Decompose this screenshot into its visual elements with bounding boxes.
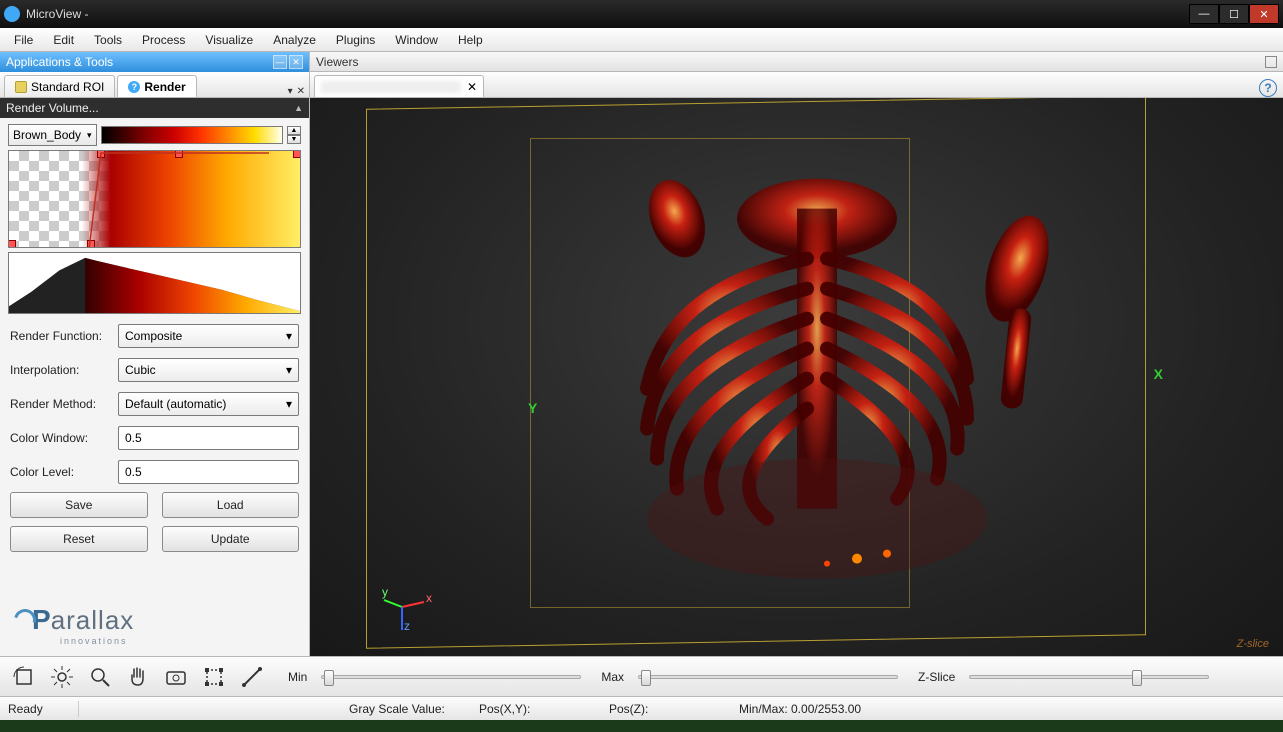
parallax-logo: Parallax innovations bbox=[0, 594, 309, 656]
status-ready: Ready bbox=[8, 702, 68, 716]
svg-text:z: z bbox=[404, 619, 410, 632]
color-window-label: Color Window: bbox=[10, 431, 110, 445]
menu-plugins[interactable]: Plugins bbox=[326, 30, 385, 50]
min-label: Min bbox=[288, 670, 307, 684]
tool-measure-icon[interactable] bbox=[236, 662, 268, 692]
applications-tools-title: Applications & Tools bbox=[6, 55, 113, 69]
tab-render-label: Render bbox=[144, 80, 185, 94]
orientation-gizmo: x y z bbox=[382, 582, 432, 632]
colormap-value: Brown_Body bbox=[13, 128, 81, 142]
tab-render[interactable]: ? Render bbox=[117, 75, 196, 97]
tool-screenshot-icon[interactable] bbox=[160, 662, 192, 692]
render-icon: ? bbox=[128, 81, 140, 93]
render-function-select[interactable]: Composite▾ bbox=[118, 324, 299, 348]
tool-bounds-icon[interactable] bbox=[198, 662, 230, 692]
maximize-button[interactable]: ☐ bbox=[1219, 4, 1249, 24]
tool-light-icon[interactable] bbox=[46, 662, 78, 692]
status-bar: Ready Gray Scale Value: Pos(X,Y): Pos(Z)… bbox=[0, 696, 1283, 720]
bottom-toolbar: Min Max Z-Slice bbox=[0, 656, 1283, 696]
status-minmax: Min/Max: 0.00/2553.00 bbox=[739, 702, 919, 716]
status-posxy: Pos(X,Y): bbox=[479, 702, 599, 716]
colormap-select[interactable]: Brown_Body ▾ bbox=[8, 124, 97, 146]
menu-window[interactable]: Window bbox=[385, 30, 448, 50]
left-pane: Applications & Tools — ✕ Standard ROI ? … bbox=[0, 52, 310, 656]
color-level-input[interactable]: 0.5 bbox=[118, 460, 299, 484]
viewers-maximize-icon[interactable] bbox=[1265, 56, 1277, 68]
axis-x-label: X bbox=[1154, 366, 1163, 382]
render-volume-label: Render Volume... bbox=[6, 101, 99, 115]
save-button[interactable]: Save bbox=[10, 492, 148, 518]
collapse-icon: ▲ bbox=[294, 103, 303, 113]
svg-text:y: y bbox=[382, 585, 388, 599]
tab-close-icon[interactable]: ✕ bbox=[467, 80, 477, 94]
render-function-label: Render Function: bbox=[10, 329, 110, 343]
render-method-label: Render Method: bbox=[10, 397, 110, 411]
colormap-spinners[interactable]: ▲ ▼ bbox=[287, 126, 301, 144]
chevron-down-icon: ▾ bbox=[87, 130, 92, 141]
max-slider[interactable] bbox=[638, 675, 898, 679]
viewers-header: Viewers bbox=[310, 52, 1283, 72]
close-button[interactable]: ✕ bbox=[1249, 4, 1279, 24]
interpolation-select[interactable]: Cubic▾ bbox=[118, 358, 299, 382]
zslice-overlay: Z-slice bbox=[1237, 638, 1269, 650]
spinner-down-icon[interactable]: ▼ bbox=[287, 135, 301, 144]
viewer-tab[interactable]: ✕ bbox=[314, 75, 484, 97]
tab-standard-roi-label: Standard ROI bbox=[31, 80, 104, 94]
menu-visualize[interactable]: Visualize bbox=[195, 30, 263, 50]
menubar: File Edit Tools Process Visualize Analyz… bbox=[0, 28, 1283, 52]
color-level-label: Color Level: bbox=[10, 465, 110, 479]
max-label: Max bbox=[601, 670, 624, 684]
tool-rotate-icon[interactable] bbox=[8, 662, 40, 692]
min-slider[interactable] bbox=[321, 675, 581, 679]
colormap-preview bbox=[101, 126, 283, 144]
3d-viewport[interactable]: X Y x y z Z-slice bbox=[310, 98, 1283, 656]
app-icon bbox=[4, 6, 20, 22]
render-volume-header[interactable]: Render Volume... ▲ bbox=[0, 98, 309, 118]
left-tabs: Standard ROI ? Render ▾ ✕ bbox=[0, 72, 309, 98]
roi-icon bbox=[15, 81, 27, 93]
tool-zoom-icon[interactable] bbox=[84, 662, 116, 692]
applications-tools-header: Applications & Tools — ✕ bbox=[0, 52, 309, 72]
tab-standard-roi[interactable]: Standard ROI bbox=[4, 75, 115, 97]
axis-y-label: Y bbox=[528, 400, 537, 416]
zslice-slider[interactable] bbox=[969, 675, 1209, 679]
transfer-function-editor[interactable] bbox=[8, 150, 301, 248]
menu-tools[interactable]: Tools bbox=[84, 30, 132, 50]
panel-minimize-icon[interactable]: — bbox=[273, 55, 287, 69]
menu-process[interactable]: Process bbox=[132, 30, 195, 50]
interpolation-label: Interpolation: bbox=[10, 363, 110, 377]
color-window-input[interactable]: 0.5 bbox=[118, 426, 299, 450]
tab-dropdown-icon[interactable]: ▾ bbox=[288, 86, 293, 97]
spinner-up-icon[interactable]: ▲ bbox=[287, 126, 301, 135]
svg-text:x: x bbox=[426, 591, 432, 605]
chevron-down-icon: ▾ bbox=[286, 329, 292, 343]
reset-button[interactable]: Reset bbox=[10, 526, 148, 552]
status-posz: Pos(Z): bbox=[609, 702, 729, 716]
menu-help[interactable]: Help bbox=[448, 30, 493, 50]
help-icon[interactable]: ? bbox=[1259, 79, 1277, 97]
viewers-title: Viewers bbox=[316, 55, 358, 69]
tool-pan-icon[interactable] bbox=[122, 662, 154, 692]
menu-analyze[interactable]: Analyze bbox=[263, 30, 326, 50]
menu-edit[interactable]: Edit bbox=[43, 30, 84, 50]
tab-close-icon[interactable]: ✕ bbox=[297, 86, 305, 97]
menu-file[interactable]: File bbox=[4, 30, 43, 50]
window-title: MicroView - bbox=[26, 7, 1189, 21]
viewer-tab-label bbox=[321, 81, 461, 93]
update-button[interactable]: Update bbox=[162, 526, 300, 552]
volume-render bbox=[517, 159, 1077, 579]
status-gray: Gray Scale Value: bbox=[349, 702, 469, 716]
zslice-label: Z-Slice bbox=[918, 670, 955, 684]
load-button[interactable]: Load bbox=[162, 492, 300, 518]
minimize-button[interactable]: — bbox=[1189, 4, 1219, 24]
histogram-view[interactable] bbox=[8, 252, 301, 314]
chevron-down-icon: ▾ bbox=[286, 397, 292, 411]
chevron-down-icon: ▾ bbox=[286, 363, 292, 377]
titlebar: MicroView - — ☐ ✕ bbox=[0, 0, 1283, 28]
panel-close-icon[interactable]: ✕ bbox=[289, 55, 303, 69]
right-pane: Viewers ✕ ? bbox=[310, 52, 1283, 656]
render-method-select[interactable]: Default (automatic)▾ bbox=[118, 392, 299, 416]
